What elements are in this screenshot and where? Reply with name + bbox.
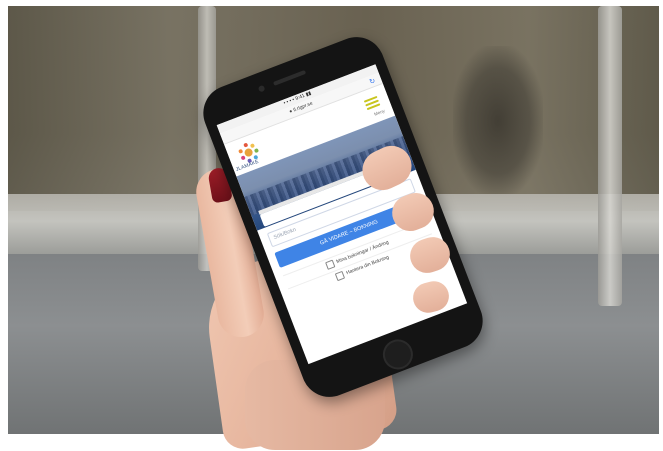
- document-icon: [324, 259, 335, 270]
- background-chair: [453, 46, 543, 196]
- speaker-grille: [273, 69, 307, 86]
- glass-post: [598, 6, 622, 306]
- document-icon: [334, 270, 345, 282]
- menu-label: Meny: [373, 108, 386, 117]
- hamburger-menu-icon[interactable]: [363, 95, 381, 111]
- camera-icon: [257, 84, 266, 93]
